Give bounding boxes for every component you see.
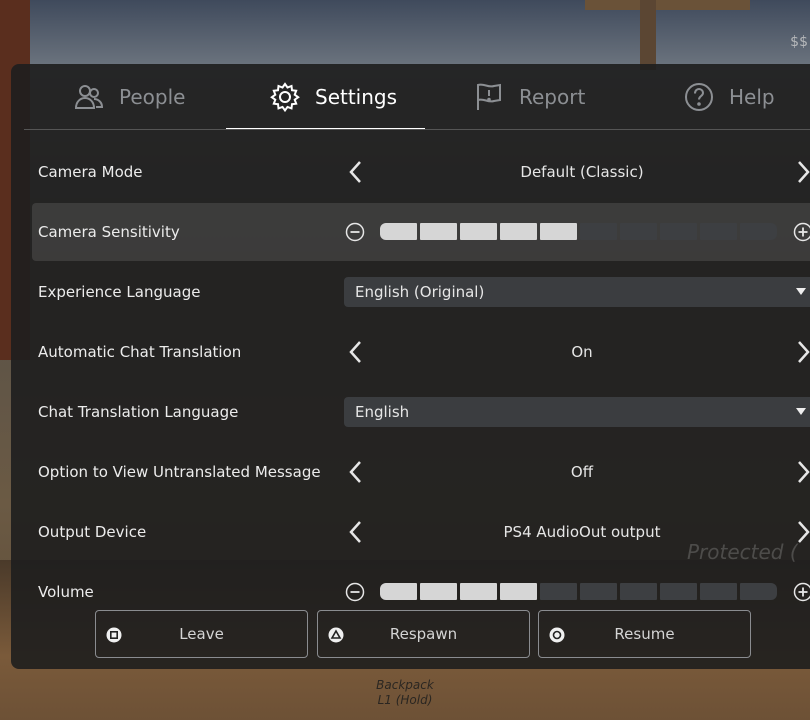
camera-mode-label: Camera Mode bbox=[38, 163, 143, 181]
menu-tabs: People Settings Report Help bbox=[11, 64, 810, 130]
slider-segment[interactable] bbox=[660, 223, 697, 240]
settings-menu-panel: People Settings Report Help Camera Mode … bbox=[11, 64, 810, 669]
slider-segment[interactable] bbox=[620, 223, 657, 240]
setting-row-auto-chat-translation: Automatic Chat Translation On bbox=[32, 323, 810, 381]
slider-segment[interactable] bbox=[660, 583, 697, 600]
slider-segment[interactable] bbox=[740, 583, 777, 600]
view-untranslated-label: Option to View Untranslated Message bbox=[38, 463, 321, 481]
minus-circle-icon[interactable] bbox=[345, 582, 365, 602]
chevron-right-icon[interactable] bbox=[792, 159, 810, 185]
slider-segment[interactable] bbox=[420, 583, 457, 600]
respawn-button-label: Respawn bbox=[389, 625, 458, 643]
volume-label: Volume bbox=[38, 583, 94, 601]
chat-translation-language-value: English bbox=[355, 403, 410, 421]
currency-hint: $$ bbox=[790, 34, 808, 50]
auto-chat-translation-label: Automatic Chat Translation bbox=[38, 343, 242, 361]
chevron-left-icon[interactable] bbox=[345, 339, 367, 365]
tab-help[interactable]: Help bbox=[683, 64, 775, 130]
tab-people[interactable]: People bbox=[73, 64, 185, 130]
camera-sensitivity-slider[interactable] bbox=[380, 223, 777, 240]
background-beam bbox=[585, 0, 750, 10]
help-icon bbox=[685, 83, 713, 111]
background-sky bbox=[0, 0, 810, 70]
slider-segment[interactable] bbox=[500, 223, 537, 240]
slider-segment[interactable] bbox=[580, 583, 617, 600]
experience-language-label: Experience Language bbox=[38, 283, 201, 301]
slider-segment[interactable] bbox=[700, 583, 737, 600]
chevron-right-icon[interactable] bbox=[792, 459, 810, 485]
caret-down-icon bbox=[796, 408, 806, 415]
setting-row-experience-language: Experience Language English (Original) bbox=[32, 263, 810, 321]
chat-translation-language-label: Chat Translation Language bbox=[38, 403, 239, 421]
experience-language-value: English (Original) bbox=[355, 283, 485, 301]
slider-segment[interactable] bbox=[540, 223, 577, 240]
people-icon bbox=[74, 85, 104, 109]
leave-button-label: Leave bbox=[179, 625, 224, 643]
protected-overlay-text: Protected ( bbox=[687, 540, 798, 564]
experience-language-dropdown[interactable]: English (Original) bbox=[344, 277, 810, 307]
flag-icon bbox=[477, 83, 501, 110]
plus-circle-icon[interactable] bbox=[793, 222, 810, 242]
camera-sensitivity-label: Camera Sensitivity bbox=[38, 223, 180, 241]
tabs-divider bbox=[24, 129, 810, 130]
setting-row-chat-translation-language: Chat Translation Language English bbox=[32, 383, 810, 441]
camera-mode-value: Default (Classic) bbox=[520, 163, 644, 181]
slider-segment[interactable] bbox=[420, 223, 457, 240]
backpack-hint: Backpack L1 (Hold) bbox=[0, 678, 810, 708]
resume-button[interactable]: Resume bbox=[538, 610, 751, 658]
volume-slider[interactable] bbox=[380, 583, 777, 600]
slider-segment[interactable] bbox=[380, 583, 417, 600]
auto-chat-translation-value: On bbox=[571, 343, 593, 361]
slider-segment[interactable] bbox=[620, 583, 657, 600]
tab-help-label: Help bbox=[729, 85, 775, 109]
slider-segment[interactable] bbox=[580, 223, 617, 240]
setting-row-camera-sensitivity[interactable]: Camera Sensitivity bbox=[32, 203, 810, 261]
tab-settings-label: Settings bbox=[315, 85, 398, 109]
setting-row-camera-mode: Camera Mode Default (Classic) bbox=[32, 143, 810, 201]
chevron-left-icon[interactable] bbox=[345, 519, 367, 545]
background-post bbox=[640, 0, 656, 70]
backpack-hint-line2: L1 (Hold) bbox=[377, 693, 433, 707]
slider-segment[interactable] bbox=[500, 583, 537, 600]
leave-button[interactable]: Leave bbox=[95, 610, 308, 658]
chevron-left-icon[interactable] bbox=[345, 159, 367, 185]
tab-report-label: Report bbox=[519, 85, 586, 109]
slider-segment[interactable] bbox=[740, 223, 777, 240]
slider-segment[interactable] bbox=[700, 223, 737, 240]
view-untranslated-value: Off bbox=[570, 463, 594, 481]
chevron-right-icon[interactable] bbox=[792, 339, 810, 365]
plus-circle-icon[interactable] bbox=[793, 582, 810, 602]
slider-segment[interactable] bbox=[460, 583, 497, 600]
caret-down-icon bbox=[796, 288, 806, 295]
slider-segment[interactable] bbox=[540, 583, 577, 600]
minus-circle-icon[interactable] bbox=[345, 222, 365, 242]
tab-settings[interactable]: Settings bbox=[269, 64, 397, 130]
chevron-left-icon[interactable] bbox=[345, 459, 367, 485]
setting-row-view-untranslated: Option to View Untranslated Message Off bbox=[32, 443, 810, 501]
respawn-button[interactable]: Respawn bbox=[317, 610, 530, 658]
backpack-hint-line1: Backpack bbox=[376, 678, 434, 692]
slider-segment[interactable] bbox=[460, 223, 497, 240]
chat-translation-language-dropdown[interactable]: English bbox=[344, 397, 810, 427]
resume-button-label: Resume bbox=[614, 625, 675, 643]
slider-segment[interactable] bbox=[380, 223, 417, 240]
output-device-label: Output Device bbox=[38, 523, 147, 541]
tab-report[interactable]: Report bbox=[473, 64, 585, 130]
gear-icon bbox=[270, 82, 300, 113]
tab-people-label: People bbox=[119, 85, 186, 109]
